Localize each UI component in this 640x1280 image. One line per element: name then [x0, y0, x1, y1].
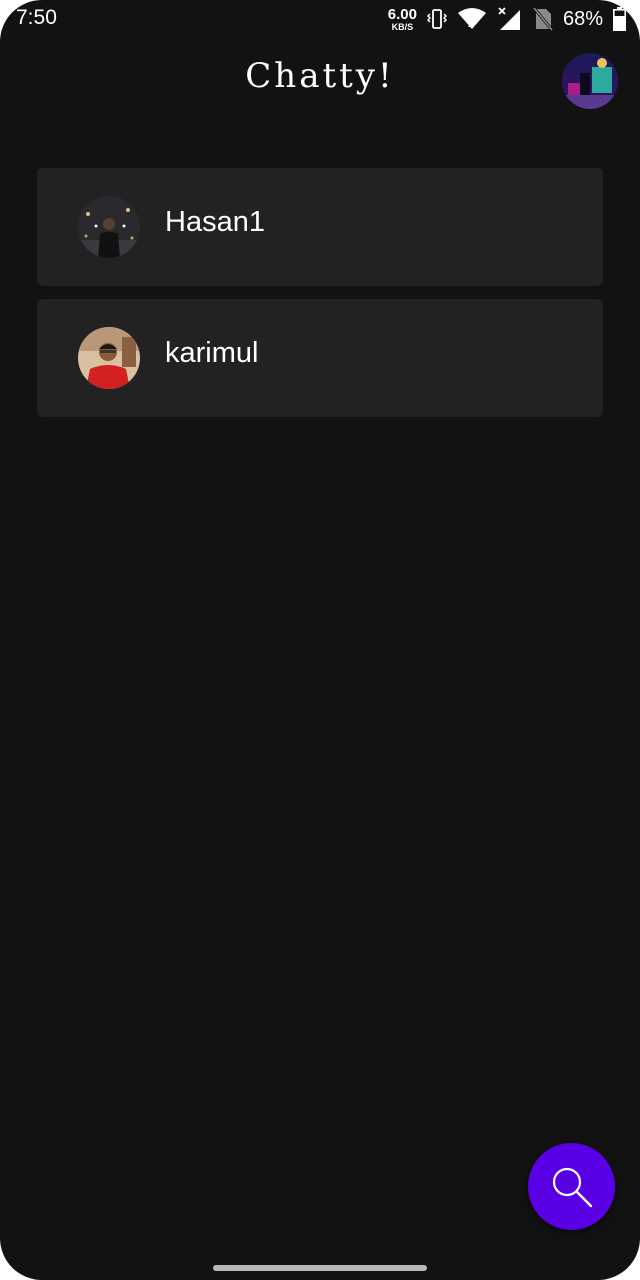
network-speed-unit: KB/S: [391, 21, 414, 32]
vibrate-icon: [426, 9, 447, 29]
search-button[interactable]: [528, 1143, 615, 1230]
status-time: 7:50: [16, 6, 57, 29]
battery-icon: [613, 7, 626, 31]
chat-item-hasan1[interactable]: Hasan1: [37, 168, 603, 286]
status-bar: 7:50 6.00 KB/S 68%: [0, 0, 640, 38]
network-speed-value: 6.00: [387, 5, 417, 23]
app-screen: 7:50 6.00 KB/S 68% Chatty! Hasan1 karimu…: [0, 0, 640, 1280]
network-speed: 6.00 KB/S: [388, 7, 417, 32]
search-icon: [552, 1167, 592, 1207]
chat-item-karimul[interactable]: karimul: [37, 299, 603, 417]
app-bar: Chatty!: [0, 44, 640, 116]
chat-avatar: [78, 196, 140, 258]
profile-avatar-image: [562, 53, 618, 109]
battery-percent: 68%: [562, 7, 603, 30]
user-avatar-image: [78, 196, 140, 258]
user-avatar-image: [78, 327, 140, 389]
signal-icon: [498, 7, 520, 30]
chat-list: Hasan1 karimul: [37, 168, 603, 430]
no-sim-icon: [532, 7, 553, 31]
profile-avatar[interactable]: [562, 53, 618, 109]
chat-name: karimul: [165, 337, 259, 369]
chat-avatar: [78, 327, 140, 389]
gesture-bar[interactable]: [213, 1265, 427, 1271]
chat-name: Hasan1: [165, 206, 265, 238]
app-title: Chatty!: [245, 56, 395, 96]
status-icons: 6.00 KB/S 68%: [388, 4, 626, 34]
wifi-icon: [457, 8, 486, 29]
